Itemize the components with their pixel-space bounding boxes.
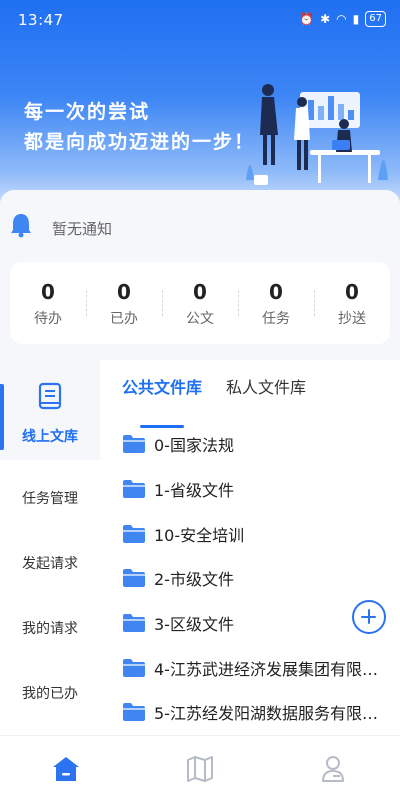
sidebar-item-my-requests[interactable]: 我的请求	[0, 618, 100, 638]
stat-tasks[interactable]: 0 任务	[238, 278, 314, 328]
library-tabs: 公共文件库 私人文件库	[122, 360, 306, 428]
status-time: 13:47	[18, 11, 64, 29]
folder-name: 3-区级文件	[154, 615, 234, 635]
list-item[interactable]: 5-江苏经发阳湖数据服务有限公司	[122, 690, 392, 735]
notice-bar[interactable]: 暂无通知	[0, 190, 400, 262]
main-panel: 暂无通知 0 待办 0 已办 0 公文 0 任务 0 抄送 线上文库 任务管理 …	[0, 190, 400, 736]
notice-text: 暂无通知	[52, 220, 113, 238]
bluetooth-icon: ✱	[320, 12, 331, 26]
stat-label: 待办	[34, 311, 62, 327]
folder-name: 4-江苏武进经济发展集团有限公司	[154, 659, 384, 679]
wifi-icon: ◠	[336, 12, 347, 26]
stat-label: 已办	[110, 311, 138, 327]
side-nav: 线上文库 任务管理 发起请求 我的请求 我的已办	[0, 376, 100, 736]
sidebar-item-label: 线上文库	[22, 429, 78, 445]
status-icons: ⏰ ✱ ◠ ▮ 67	[299, 11, 386, 27]
stats-card: 0 待办 0 已办 0 公文 0 任务 0 抄送	[10, 262, 390, 344]
sidebar-item-task-management[interactable]: 任务管理	[0, 488, 100, 508]
stat-todo[interactable]: 0 待办	[10, 278, 86, 328]
stat-value: 0	[117, 280, 131, 304]
list-item[interactable]: 0-国家法规	[122, 422, 392, 467]
folder-name: 10-安全培训	[154, 525, 245, 545]
list-item[interactable]: 1-省级文件	[122, 467, 392, 512]
tab-public-library[interactable]: 公共文件库	[122, 360, 202, 428]
stat-value: 0	[41, 280, 55, 304]
folder-name: 1-省级文件	[154, 481, 234, 501]
folder-icon	[123, 569, 145, 588]
folder-icon	[123, 524, 145, 543]
folder-icon	[123, 703, 145, 722]
stat-value: 0	[193, 280, 207, 304]
bottom-nav	[0, 735, 400, 800]
folder-icon	[123, 658, 145, 677]
stat-documents[interactable]: 0 公文	[162, 278, 238, 328]
folder-name: 2-市级文件	[154, 570, 234, 590]
bell-icon	[11, 214, 31, 238]
file-library-content: 公共文件库 私人文件库 0-国家法规 1-省级文件 10-安全培训 2-市级文件	[100, 360, 400, 735]
add-button[interactable]	[352, 600, 386, 634]
tab-private-library[interactable]: 私人文件库	[226, 360, 306, 410]
folder-icon	[123, 435, 145, 454]
office-illustration	[246, 84, 388, 185]
sidebar-item-initiate-request[interactable]: 发起请求	[0, 553, 100, 573]
folder-list: 0-国家法规 1-省级文件 10-安全培训 2-市级文件 3-区级文件 4-江苏…	[122, 422, 392, 735]
alarm-icon: ⏰	[299, 12, 315, 26]
folder-icon	[123, 480, 145, 499]
document-icon	[38, 382, 62, 410]
slogan-line-2: 都是向成功迈进的一步！	[24, 131, 256, 153]
folder-name: 0-国家法规	[154, 436, 234, 456]
user-icon[interactable]	[318, 754, 348, 784]
stat-label: 抄送	[338, 311, 366, 327]
stat-done[interactable]: 0 已办	[86, 278, 162, 328]
home-icon[interactable]	[51, 754, 81, 784]
folder-name: 5-江苏经发阳湖数据服务有限公司	[154, 704, 384, 724]
signal-icon: ▮	[352, 12, 360, 26]
sidebar-item-online-library[interactable]: 线上文库	[0, 376, 100, 460]
side-nav-list: 任务管理 发起请求 我的请求 我的已办	[0, 460, 100, 736]
stat-value: 0	[269, 280, 283, 304]
stat-label: 任务	[262, 311, 290, 327]
list-item[interactable]: 4-江苏武进经济发展集团有限公司	[122, 645, 392, 690]
stat-value: 0	[345, 280, 359, 304]
map-icon[interactable]	[185, 754, 215, 784]
list-item[interactable]: 10-安全培训	[122, 511, 392, 556]
hero-banner: 13:47 ⏰ ✱ ◠ ▮ 67 每一次的尝试 都是向成功迈进的一步！	[0, 0, 400, 215]
status-bar: 13:47 ⏰ ✱ ◠ ▮ 67	[0, 0, 400, 40]
stat-label: 公文	[186, 311, 214, 327]
slogan-line-1: 每一次的尝试	[24, 101, 151, 123]
stat-cc[interactable]: 0 抄送	[314, 278, 390, 328]
list-item[interactable]: 2-市级文件	[122, 556, 392, 601]
sidebar-item-my-done[interactable]: 我的已办	[0, 683, 100, 703]
battery-icon: 67	[365, 11, 386, 27]
folder-icon	[123, 614, 145, 633]
list-item[interactable]: 3-区级文件	[122, 601, 392, 646]
